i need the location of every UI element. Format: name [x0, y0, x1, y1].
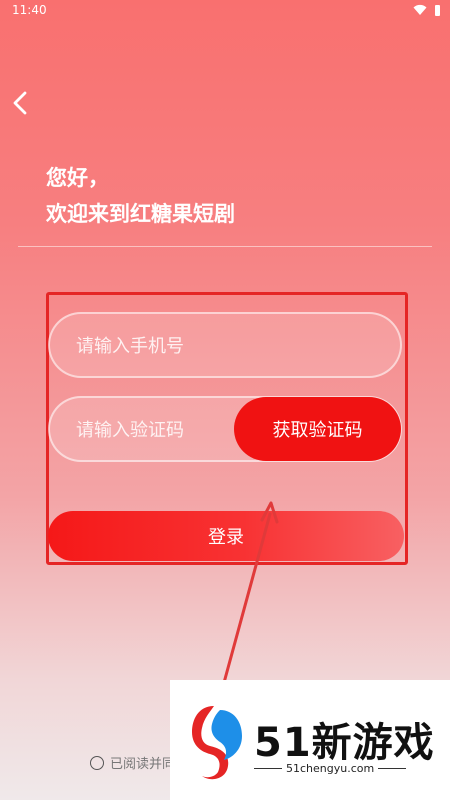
back-button[interactable] [8, 88, 34, 118]
watermark-url-text: 51chengyu.com [286, 762, 375, 775]
watermark-url: 51chengyu.com [254, 762, 407, 775]
status-icons [413, 4, 440, 16]
verification-code-input[interactable] [74, 398, 258, 462]
watermark-title: 51新游戏 [254, 720, 435, 766]
agreement-row: 已阅读并同 [90, 753, 175, 772]
watermark-url-line-right [378, 768, 407, 769]
phone-input[interactable] [74, 314, 258, 378]
agreement-checkbox[interactable] [90, 755, 104, 770]
watermark-url-line-left [254, 768, 282, 769]
greeting: 您好， 欢迎来到红糖果短剧 [46, 160, 235, 232]
wifi-icon [413, 4, 427, 15]
agreement-text: 已阅读并同 [110, 757, 176, 772]
chevron-left-icon [13, 91, 27, 115]
greeting-line-1: 您好， [46, 166, 109, 190]
status-bar: 11:40 [0, 0, 450, 22]
battery-icon [435, 4, 440, 16]
get-code-button[interactable]: 获取验证码 [234, 397, 401, 461]
phone-field-container [48, 312, 402, 378]
divider [18, 246, 432, 247]
watermark: 51新游戏 51chengyu.com [170, 680, 450, 800]
greeting-line-2: 欢迎来到红糖果短剧 [46, 202, 235, 226]
status-time: 11:40 [12, 3, 47, 17]
login-button[interactable]: 登录 [48, 511, 404, 561]
watermark-logo-icon [192, 706, 242, 780]
